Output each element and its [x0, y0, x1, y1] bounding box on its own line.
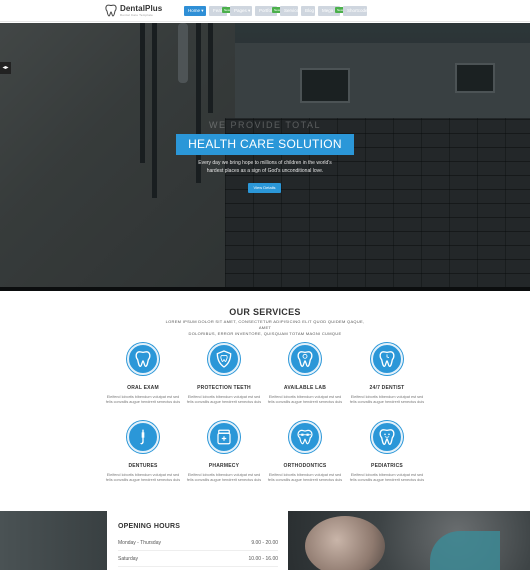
logo-tagline: Dental Care Template — [120, 12, 153, 17]
hero-subtitle: Every day we bring hope to millions of c… — [198, 160, 332, 174]
opening-hours-panel: OPENING HOURS Monday - Thursday 9.00 - 2… — [107, 511, 288, 570]
service-text: Eleifend lobortis bibendum volutpat est … — [105, 473, 181, 482]
hero-banner: ◂▸ WE PROVIDE TOTAL HEALTH CARE SOLUTION… — [0, 23, 530, 288]
braces-icon — [289, 421, 321, 453]
nav-blog[interactable]: Blog — [301, 6, 315, 16]
hours-row: Saturday 10.00 - 16.00 — [118, 551, 278, 567]
clock-tooth-icon — [371, 343, 403, 375]
patient-face-photo — [305, 516, 385, 570]
logo-name: DentalPlus — [120, 3, 163, 13]
service-pediatrics[interactable]: PEDIATRICS Eleifend lobortis bibendum vo… — [347, 421, 427, 483]
service-protection-teeth[interactable]: PROTECTION TEETH Eleifend lobortis biben… — [184, 343, 264, 405]
service-dentures[interactable]: DENTURES Eleifend lobortis bibendum volu… — [103, 421, 183, 483]
lab-tooth-icon — [289, 343, 321, 375]
hours-row: Monday - Thursday 9.00 - 20.00 — [118, 535, 278, 551]
bottom-section: OPENING HOURS Monday - Thursday 9.00 - 2… — [0, 511, 530, 570]
hours-day: Monday - Thursday — [118, 540, 161, 546]
service-name: 24/7 DENTIST — [369, 385, 405, 391]
nav-mega-menu[interactable]: Mega Menu New — [318, 6, 346, 16]
service-name: AVAILABLE LAB — [283, 385, 327, 391]
service-name: ORTHODONTICS — [283, 463, 327, 469]
kid-tooth-icon — [371, 421, 403, 453]
service-name: ORAL EXAM — [127, 385, 159, 391]
service-pharmecy[interactable]: PHARMECY Eleifend lobortis bibendum volu… — [184, 421, 264, 483]
tooth-icon — [127, 343, 159, 375]
hero-title: HEALTH CARE SOLUTION — [176, 134, 354, 155]
service-text: Eleifend lobortis bibendum volutpat est … — [349, 395, 425, 404]
hours-time: 10.00 - 16.00 — [248, 556, 278, 562]
service-text: Eleifend lobortis bibendum volutpat est … — [186, 473, 262, 482]
nav-portfolio[interactable]: Portfolio New — [255, 6, 282, 16]
service-name: PHARMECY — [208, 463, 240, 469]
hours-day: Saturday — [118, 556, 139, 562]
services-description: LOREM IPSUM DOLOR SIT AMET, CONSECTETUR … — [165, 319, 365, 336]
arrow-icon[interactable]: ◂▸ — [0, 62, 11, 74]
service-text: Eleifend lobortis bibendum volutpat est … — [105, 395, 181, 404]
service-available-lab[interactable]: AVAILABLE LAB Eleifend lobortis bibendum… — [265, 343, 345, 405]
service-text: Eleifend lobortis bibendum volutpat est … — [267, 473, 343, 482]
nav-services[interactable]: Services ▾ — [280, 6, 305, 16]
service-oral-exam[interactable]: ORAL EXAM Eleifend lobortis bibendum vol… — [103, 343, 183, 405]
nav-home[interactable]: Home ▾ — [184, 6, 206, 16]
nav-features[interactable]: FeaturesNew — [209, 6, 232, 16]
dental-equipment-photo — [430, 531, 500, 570]
nav-pages[interactable]: Pages ▾ — [230, 6, 252, 16]
hours-time: 9.00 - 20.00 — [251, 540, 278, 546]
service-orthodontics[interactable]: ORTHODONTICS Eleifend lobortis bibendum … — [265, 421, 345, 483]
probe-icon — [127, 421, 159, 453]
view-details-button[interactable]: View Details — [248, 183, 281, 193]
nav-shortcodes[interactable]: Shortcodes ▾ — [343, 6, 373, 16]
site-header: DentalPlus Dental Care Template Home ▾ F… — [0, 0, 530, 22]
pill-jar-icon — [208, 421, 240, 453]
services-title: OUR SERVICES — [229, 307, 301, 317]
service-text: Eleifend lobortis bibendum volutpat est … — [349, 473, 425, 482]
hero-overline: WE PROVIDE TOTAL — [208, 120, 322, 130]
service-text: Eleifend lobortis bibendum volutpat est … — [267, 395, 343, 404]
hero-overlay — [0, 23, 530, 288]
tooth-logo-icon — [105, 4, 117, 17]
service-name: PROTECTION TEETH — [197, 385, 251, 391]
service-text: Eleifend lobortis bibendum volutpat est … — [186, 395, 262, 404]
opening-hours-title: OPENING HOURS — [118, 523, 181, 530]
service-name: PEDIATRICS — [371, 463, 403, 469]
service-name: DENTURES — [128, 463, 158, 469]
services-section: OUR SERVICES LOREM IPSUM DOLOR SIT AMET,… — [0, 291, 530, 511]
main-nav: Home ▾ FeaturesNew Pages ▾ PortfolioNew … — [184, 6, 373, 16]
bottom-background-left — [0, 511, 107, 570]
shield-tooth-icon — [208, 343, 240, 375]
service-24-7-dentist[interactable]: 24/7 DENTIST Eleifend lobortis bibendum … — [347, 343, 427, 405]
logo[interactable]: DentalPlus Dental Care Template — [105, 4, 162, 17]
